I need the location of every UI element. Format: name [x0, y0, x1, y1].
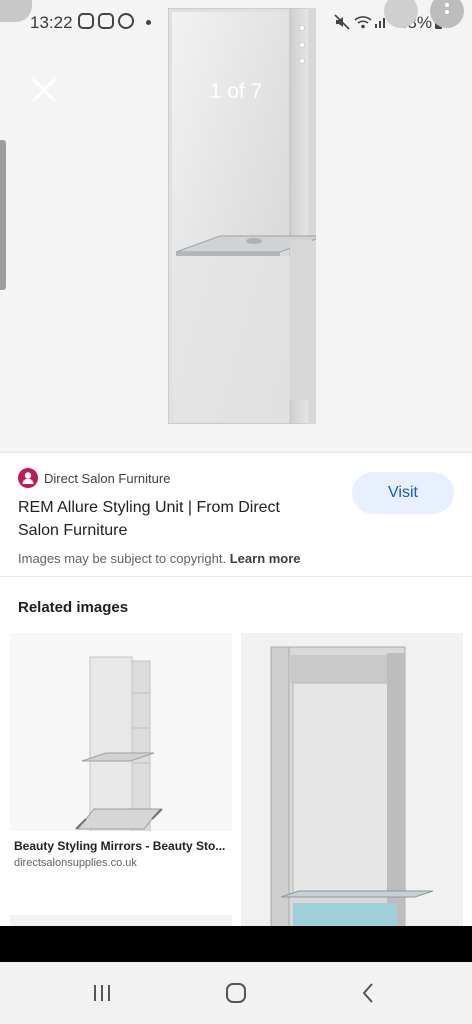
more-vertical-icon[interactable] — [430, 0, 464, 28]
result-title[interactable]: REM Allure Styling Unit | From Direct Sa… — [18, 496, 318, 542]
edge-panel-handle[interactable] — [0, 140, 6, 290]
related-image-card[interactable] — [241, 633, 463, 927]
instagram-icon — [78, 13, 94, 29]
home-icon[interactable] — [216, 978, 256, 1008]
wifi-icon — [354, 16, 372, 29]
related-image-thumbnail — [270, 646, 434, 927]
visit-button[interactable]: Visit — [352, 472, 454, 514]
notification-dot-icon — [146, 20, 151, 25]
instagram-icon — [98, 13, 114, 29]
related-images-heading: Related images — [18, 599, 129, 616]
source-name[interactable]: Direct Salon Furniture — [44, 471, 170, 486]
image-viewer[interactable]: 13:22 48% 1 of 7 — [0, 0, 472, 452]
back-icon[interactable] — [348, 978, 388, 1008]
whatsapp-icon — [118, 13, 134, 29]
status-bar: 13:22 48% — [0, 0, 472, 46]
product-image[interactable] — [168, 8, 316, 424]
related-image-card[interactable] — [10, 633, 232, 831]
status-time: 13:22 — [30, 13, 73, 32]
learn-more-link[interactable]: Learn more — [230, 551, 301, 566]
related-images-section: Related images Beauty Styling Mirrors - … — [0, 576, 472, 927]
mute-icon — [334, 14, 350, 30]
status-corner-tab — [0, 0, 32, 22]
related-image-thumbnail — [75, 656, 163, 831]
copyright-text: Images may be subject to copyright. — [18, 551, 227, 566]
screen-divider — [0, 926, 472, 962]
site-favicon-icon — [18, 468, 38, 488]
copyright-note: Images may be subject to copyright. Lear… — [18, 551, 301, 566]
related-image-domain: directsalonsupplies.co.uk — [14, 857, 137, 869]
result-info: Direct Salon Furniture REM Allure Stylin… — [0, 452, 472, 576]
recents-icon[interactable] — [82, 978, 122, 1008]
system-navigation-bar — [0, 962, 472, 1024]
image-counter: 1 of 7 — [209, 80, 263, 103]
related-image-caption[interactable]: Beauty Styling Mirrors - Beauty Sto... — [14, 839, 229, 853]
